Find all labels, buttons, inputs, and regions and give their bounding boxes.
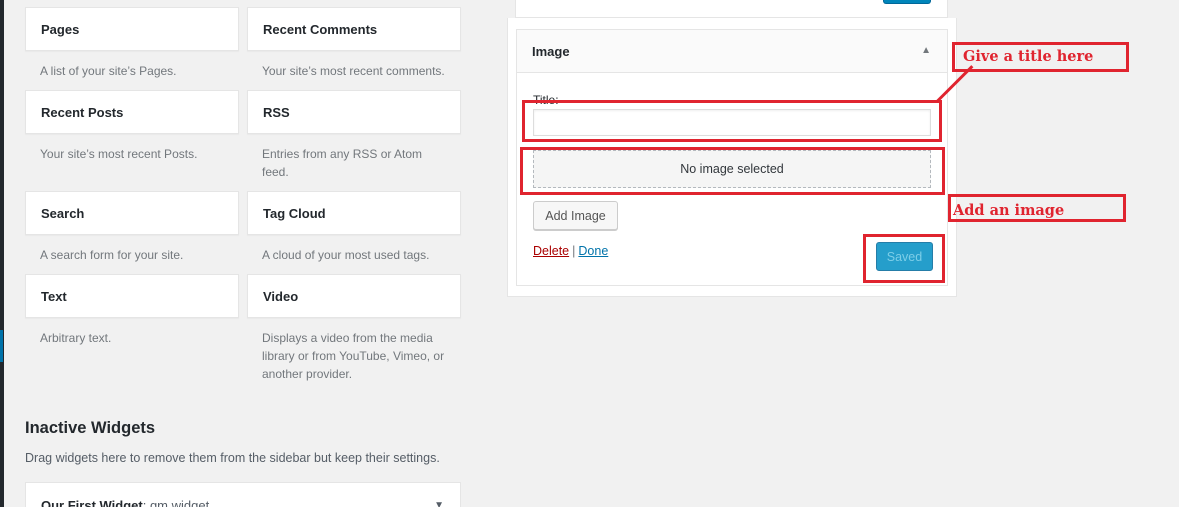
widget-description: A list of your site’s Pages. [40,64,177,78]
title-field-highlight [522,100,942,142]
widget-description: Your site’s most recent Posts. [40,147,198,161]
widget-name: Recent Comments [263,22,378,37]
inactive-widgets-description: Drag widgets here to remove them from th… [25,451,440,465]
add-image-button[interactable]: Add Image [533,201,618,230]
widget-name: Search [41,206,85,221]
widget-tile-tag-cloud[interactable]: Tag Cloud [247,191,461,235]
widget-tile-pages[interactable]: Pages [25,7,239,51]
widget-description: Displays a video from the media library … [262,331,445,381]
inactive-widgets-heading: Inactive Widgets [25,419,156,437]
done-link[interactable]: Done [578,244,608,258]
widget-tile-video[interactable]: Video [247,274,461,318]
admin-menu-edge [0,0,4,507]
previous-widget-card [515,0,948,18]
widget-tile-rss[interactable]: RSS [247,90,461,134]
admin-menu-current-indicator [0,330,3,362]
widget-name: RSS [263,105,290,120]
image-hint-text: Add an image [953,202,1065,219]
widget-description: A cloud of your most used tags. [262,248,430,262]
widget-tile-recent-comments[interactable]: Recent Comments [247,7,461,51]
action-separator: | [572,244,576,258]
saved-button-highlight [863,234,945,283]
delete-link[interactable]: Delete [533,244,569,258]
widget-tile-text[interactable]: Text [25,274,239,318]
widget-description: A search form for your site. [40,248,184,262]
image-widget-title: Image [532,44,570,59]
widget-description: Your site’s most recent comments. [262,64,445,78]
title-hint-text: Give a title here [963,48,1094,65]
image-placeholder-highlight [520,147,945,195]
inactive-widget-name: Our First Widget [41,498,143,507]
inactive-widget-subtitle: : gm widget [142,498,210,507]
widget-name: Pages [41,22,80,37]
widget-tile-search[interactable]: Search [25,191,239,235]
widget-name: Recent Posts [41,105,124,120]
inactive-widget-item[interactable]: Our First Widget: gm widget ▼ [25,482,461,507]
image-widget-header[interactable]: Image ▲ [517,30,947,73]
chevron-down-icon[interactable]: ▼ [434,500,444,507]
widget-control-actions: Delete | Done [533,244,608,258]
widget-name: Video [263,289,299,304]
widget-tile-recent-posts[interactable]: Recent Posts [25,90,239,134]
widget-name: Tag Cloud [263,206,326,221]
widget-description: Entries from any RSS or Atom feed. [262,147,423,179]
widget-description: Arbitrary text. [40,331,112,345]
widget-name: Text [41,289,67,304]
previous-widget-save-button[interactable] [883,0,931,4]
collapse-arrow-icon[interactable]: ▲ [921,45,931,56]
